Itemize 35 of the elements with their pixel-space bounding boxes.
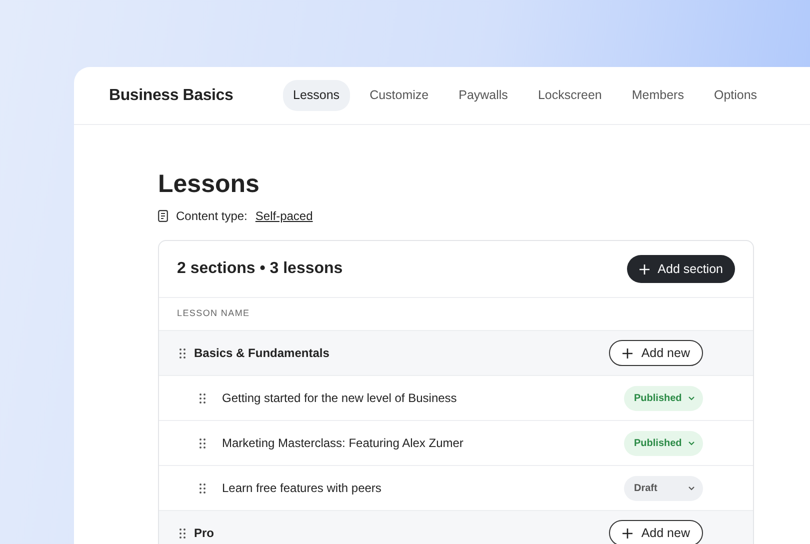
app-title: Business Basics — [109, 86, 234, 106]
drag-handle-icon[interactable] — [199, 438, 206, 448]
drag-handle-icon[interactable] — [179, 348, 186, 358]
add-new-button[interactable]: Add new — [609, 340, 703, 366]
nav-tab[interactable]: Lockscreen — [528, 80, 612, 111]
content-type-label: Content type: — [176, 208, 248, 225]
drag-handle-icon[interactable] — [179, 528, 186, 538]
status-dropdown[interactable]: Published — [624, 386, 703, 410]
lesson-name: Learn free features with peers — [222, 480, 382, 497]
caret-icon — [688, 486, 695, 490]
add-new-button[interactable]: Add new — [609, 520, 703, 544]
lessons-summary: 2 sections • 3 lessons — [177, 259, 343, 279]
caret-icon — [688, 396, 695, 400]
add-section-button[interactable]: Add section — [626, 254, 735, 284]
caret-icon — [688, 440, 695, 446]
section-name: Basics & Fundamentals — [194, 345, 330, 362]
content-type-link[interactable]: Self-paced — [255, 207, 313, 225]
lesson-name: Marketing Masterclass: Featuring Alex Zumer — [222, 435, 464, 452]
nav-tab[interactable]: Customize — [360, 80, 439, 111]
nav-tab[interactable]: Members — [622, 80, 694, 111]
nav-tab[interactable]: Options — [704, 80, 768, 111]
page-heading: Lessons — [158, 169, 260, 199]
drag-handle-icon[interactable] — [199, 392, 206, 404]
lesson-name: Getting started for the new level of Business — [222, 390, 458, 407]
status-dropdown[interactable]: Draft — [624, 476, 703, 500]
document-icon — [158, 210, 168, 222]
nav-tab[interactable]: Lessons — [283, 80, 350, 111]
plus-icon — [638, 264, 650, 274]
plus-icon — [622, 348, 634, 358]
status-dropdown[interactable]: Published — [624, 430, 703, 456]
column-header: LESSON NAME — [177, 307, 250, 320]
plus-icon — [622, 528, 634, 538]
section-name: Pro — [194, 525, 216, 542]
nav-tab[interactable]: Paywalls — [448, 80, 518, 111]
drag-handle-icon[interactable] — [199, 482, 206, 494]
